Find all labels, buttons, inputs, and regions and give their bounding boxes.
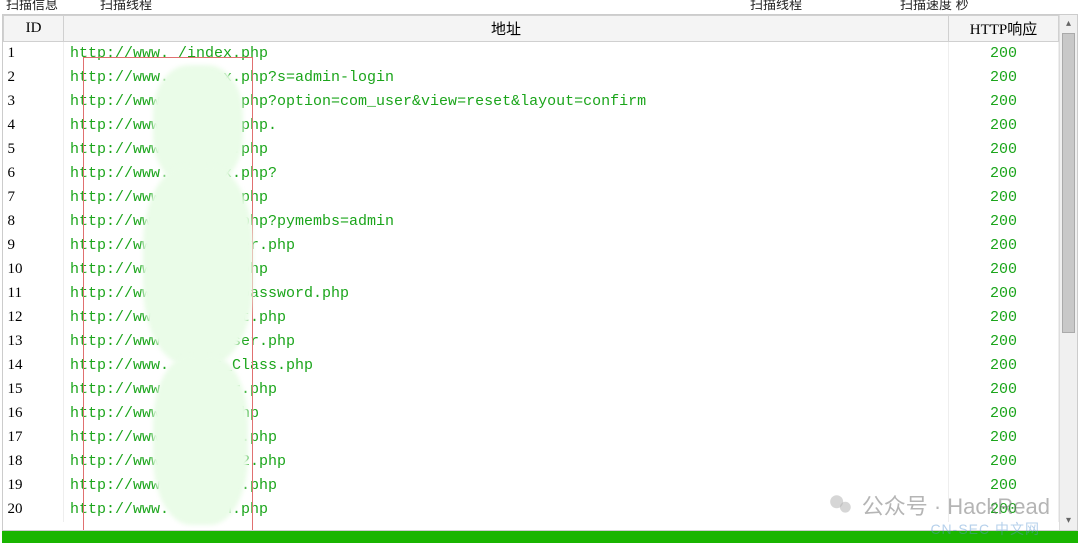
cell-address[interactable]: http://www. /Edit_Class.php xyxy=(64,354,949,378)
cell-http-response: 200 xyxy=(949,138,1059,162)
cell-id: 20 xyxy=(4,498,64,522)
cell-id: 16 xyxy=(4,402,64,426)
cell-address[interactable]: http://www. /index.php. xyxy=(64,114,949,138)
cell-id: 8 xyxy=(4,210,64,234)
cell-http-response: 200 xyxy=(949,450,1059,474)
table-row[interactable]: 14http://www. /Edit_Class.php200 xyxy=(4,354,1059,378)
results-grid[interactable]: ID 地址 HTTP响应 1http://www. /index.php2002… xyxy=(3,15,1059,530)
frag-scan-thread: 扫描线程 xyxy=(100,0,152,13)
cell-id: 18 xyxy=(4,450,64,474)
table-row[interactable]: 1http://www. /index.php200 xyxy=(4,42,1059,66)
scroll-up-arrow[interactable]: ▴ xyxy=(1060,15,1077,33)
results-table[interactable]: ID 地址 HTTP响应 1http://www. /index.php2002… xyxy=(3,15,1059,522)
table-row[interactable]: 5http://www. /index.php200 xyxy=(4,138,1059,162)
cell-http-response: 200 xyxy=(949,282,1059,306)
cell-http-response: 200 xyxy=(949,66,1059,90)
cell-http-response: 200 xyxy=(949,378,1059,402)
table-row[interactable]: 9http://www. /add_user.php200 xyxy=(4,234,1059,258)
cell-address[interactable]: http://www. /head.php xyxy=(64,402,949,426)
cell-http-response: 200 xyxy=(949,402,1059,426)
col-header-id[interactable]: ID xyxy=(4,16,64,42)
cell-id: 12 xyxy=(4,306,64,330)
table-row[interactable]: 16http://www. /head.php200 xyxy=(4,402,1059,426)
table-row[interactable]: 6http://www. /index.php?200 xyxy=(4,162,1059,186)
col-header-resp[interactable]: HTTP响应 xyxy=(949,16,1059,42)
cell-address[interactable]: http://www. /index.php?s=admin-login xyxy=(64,66,949,90)
cell-http-response: 200 xyxy=(949,474,1059,498)
cell-http-response: 200 xyxy=(949,498,1059,522)
cell-address[interactable]: http://www. /index.php?pymembs=admin xyxy=(64,210,949,234)
table-row[interactable]: 17http://www. /header.php200 xyxy=(4,426,1059,450)
cell-id: 5 xyxy=(4,138,64,162)
scroll-thumb[interactable] xyxy=(1062,33,1075,333)
cell-address[interactable]: http://www. /blank.php xyxy=(64,258,949,282)
table-row[interactable]: 7http://www. /index.php200 xyxy=(4,186,1059,210)
cell-http-response: 200 xyxy=(949,186,1059,210)
table-row[interactable]: 18http://www. /header2.php200 xyxy=(4,450,1059,474)
cropped-header-fragments: 扫描信息 扫描线程 扫描线程 扫描速度 秒 xyxy=(0,0,1080,14)
cell-address[interactable]: http://www. /index.php? xyxy=(64,162,949,186)
cell-http-response: 200 xyxy=(949,162,1059,186)
cell-id: 7 xyxy=(4,186,64,210)
cell-id: 17 xyxy=(4,426,64,450)
table-header-row: ID 地址 HTTP响应 xyxy=(4,16,1059,42)
table-row[interactable]: 2http://www. /index.php?s=admin-login200 xyxy=(4,66,1059,90)
cell-address[interactable]: http://www. /login.php xyxy=(64,498,949,522)
cell-address[interactable]: http://www. /index.php?option=com_user&v… xyxy=(64,90,949,114)
cell-id: 15 xyxy=(4,378,64,402)
cell-http-response: 200 xyxy=(949,210,1059,234)
cell-id: 10 xyxy=(4,258,64,282)
cell-address[interactable]: http://www. /header.php xyxy=(64,426,949,450)
table-row[interactable]: 10http://www. /blank.php200 xyxy=(4,258,1059,282)
cell-id: 1 xyxy=(4,42,64,66)
cell-http-response: 200 xyxy=(949,42,1059,66)
table-row[interactable]: 12http://www. /connect.php200 xyxy=(4,306,1059,330)
table-row[interactable]: 4http://www. /index.php.200 xyxy=(4,114,1059,138)
cell-address[interactable]: http://www. /del_user.php xyxy=(64,330,949,354)
frag-right1: 扫描线程 xyxy=(750,0,802,13)
progress-bar xyxy=(2,531,1078,543)
table-row[interactable]: 8http://www. /index.php?pymembs=admin200 xyxy=(4,210,1059,234)
cell-http-response: 200 xyxy=(949,354,1059,378)
cell-http-response: 200 xyxy=(949,330,1059,354)
cell-id: 13 xyxy=(4,330,64,354)
cell-http-response: 200 xyxy=(949,90,1059,114)
table-row[interactable]: 15http://www. /footer.php200 xyxy=(4,378,1059,402)
cell-address[interactable]: http://www. /header2.php xyxy=(64,450,949,474)
cell-address[interactable]: http://www. /index.php xyxy=(64,138,949,162)
cell-id: 9 xyxy=(4,234,64,258)
cell-address[interactable]: http://www. /logout.php xyxy=(64,474,949,498)
cell-address[interactable]: http://www. /changepassword.php xyxy=(64,282,949,306)
vertical-scrollbar[interactable]: ▴ ▾ xyxy=(1059,15,1077,530)
cell-id: 11 xyxy=(4,282,64,306)
cell-id: 19 xyxy=(4,474,64,498)
cell-http-response: 200 xyxy=(949,258,1059,282)
cell-http-response: 200 xyxy=(949,234,1059,258)
table-row[interactable]: 11http://www. /changepassword.php200 xyxy=(4,282,1059,306)
cell-address[interactable]: http://www. /index.php xyxy=(64,186,949,210)
cell-id: 3 xyxy=(4,90,64,114)
results-panel: ID 地址 HTTP响应 1http://www. /index.php2002… xyxy=(2,14,1078,531)
cell-id: 2 xyxy=(4,66,64,90)
table-row[interactable]: 19http://www. /logout.php200 xyxy=(4,474,1059,498)
cell-http-response: 200 xyxy=(949,306,1059,330)
cell-id: 14 xyxy=(4,354,64,378)
cell-http-response: 200 xyxy=(949,114,1059,138)
frag-scan-info: 扫描信息 xyxy=(6,0,58,13)
table-row[interactable]: 3http://www. /index.php?option=com_user&… xyxy=(4,90,1059,114)
cell-id: 4 xyxy=(4,114,64,138)
scroll-down-arrow[interactable]: ▾ xyxy=(1060,512,1077,530)
cell-address[interactable]: http://www. /add_user.php xyxy=(64,234,949,258)
cell-address[interactable]: http://www. /connect.php xyxy=(64,306,949,330)
cell-id: 6 xyxy=(4,162,64,186)
col-header-addr[interactable]: 地址 xyxy=(64,16,949,42)
table-row[interactable]: 13http://www. /del_user.php200 xyxy=(4,330,1059,354)
cell-address[interactable]: http://www. /index.php xyxy=(64,42,949,66)
table-row[interactable]: 20http://www. /login.php200 xyxy=(4,498,1059,522)
frag-right2: 扫描速度 秒 xyxy=(900,0,969,13)
cell-http-response: 200 xyxy=(949,426,1059,450)
cell-address[interactable]: http://www. /footer.php xyxy=(64,378,949,402)
